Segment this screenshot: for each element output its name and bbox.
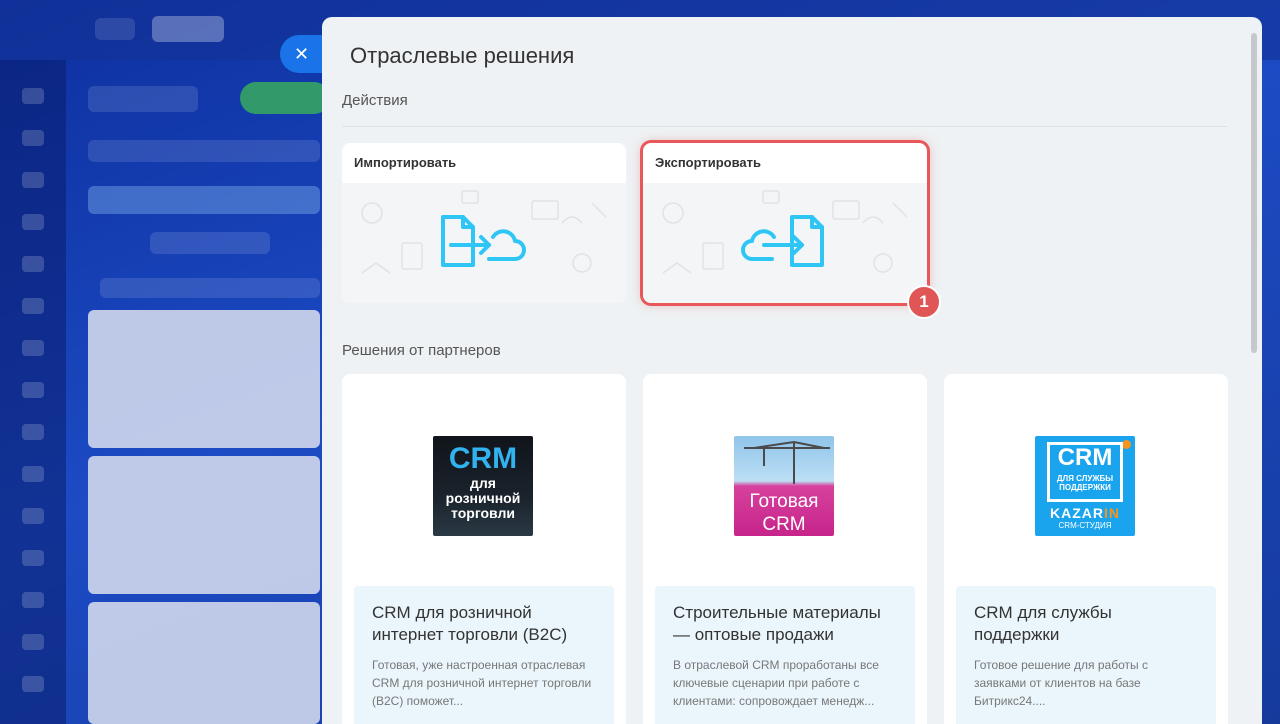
sidebar-icon <box>22 88 44 104</box>
background-deal-card <box>88 602 320 724</box>
partner-description: Готовая, уже настроенная отраслевая CRM … <box>372 658 592 708</box>
import-label: Импортировать <box>354 155 457 170</box>
actions-section-title: Действия <box>342 92 408 109</box>
background-create-button <box>240 82 330 114</box>
export-card[interactable]: Экспортировать <box>643 143 927 303</box>
sidebar-icon <box>22 424 44 440</box>
logo-text: Готовая CRM <box>749 491 819 535</box>
step-badge: 1 <box>907 285 941 319</box>
import-card[interactable]: Импортировать <box>342 143 626 303</box>
background-filter <box>88 140 320 162</box>
background-quick-deal <box>100 278 320 298</box>
partner-title: Строительные материалы — оптовые продажи <box>673 603 881 644</box>
crane-icon <box>744 441 830 484</box>
sidebar-icon <box>22 130 44 146</box>
background-deal-card <box>88 310 320 448</box>
sidebar-icon <box>22 550 44 566</box>
file-to-cloud-icon <box>441 215 526 267</box>
background-title <box>88 86 198 112</box>
partner-card[interactable]: CRM для розничной торговли CRM для розни… <box>342 374 626 724</box>
sidebar-icon <box>22 592 44 608</box>
partner-description: Готовое решение для работы с заявками от… <box>974 658 1148 708</box>
partner-description: В отраслевой CRM проработаны все ключевы… <box>673 658 879 708</box>
partners-section-title: Решения от партнеров <box>342 342 501 359</box>
background-column-header <box>88 186 320 214</box>
background-tab <box>152 16 224 42</box>
industry-solutions-panel: Отраслевые решения Действия Импортироват… <box>322 17 1262 724</box>
sidebar-icon <box>22 676 44 692</box>
sidebar-icon <box>22 172 44 188</box>
background-sidebar <box>0 60 66 724</box>
panel-title: Отраслевые решения <box>350 43 575 68</box>
partner-info: CRM для службы поддержки Готовое решение… <box>956 586 1216 724</box>
sidebar-icon <box>22 256 44 272</box>
background-tab <box>95 18 135 40</box>
partner-card[interactable]: Готовая CRM Строительные материалы — опт… <box>643 374 927 724</box>
partner-logo: CRM ДЛЯ СЛУЖБЫ ПОДДЕРЖКИ KAZARIN CRM-СТУ… <box>1035 436 1135 536</box>
partner-info: CRM для розничной интернет торговли (B2C… <box>354 586 614 724</box>
sidebar-icon <box>22 508 44 524</box>
sidebar-icon <box>22 634 44 650</box>
partner-title: CRM для службы поддержки <box>974 603 1112 644</box>
partner-logo: Готовая CRM <box>734 436 834 536</box>
partner-logo: CRM для розничной торговли <box>433 436 533 536</box>
logo-brand: KAZARIN <box>1050 505 1120 521</box>
sidebar-icon <box>22 298 44 314</box>
logo-subtext: для розничной торговли <box>445 475 521 521</box>
logo-subtext: ДЛЯ СЛУЖБЫ ПОДДЕРЖКИ <box>1056 474 1114 492</box>
export-label: Экспортировать <box>655 155 762 170</box>
partner-info: Строительные материалы — оптовые продажи… <box>655 586 915 724</box>
sidebar-icon <box>22 214 44 230</box>
close-icon: ✕ <box>294 43 310 64</box>
cloud-to-file-icon <box>741 215 824 267</box>
partner-card[interactable]: CRM ДЛЯ СЛУЖБЫ ПОДДЕРЖКИ KAZARIN CRM-СТУ… <box>944 374 1228 724</box>
logo-studio: CRM-СТУДИЯ <box>1058 521 1112 530</box>
partner-title: CRM для розничной интернет торговли (B2C… <box>372 603 568 644</box>
background-deal-card <box>88 456 320 594</box>
sidebar-icon <box>22 382 44 398</box>
scrollbar[interactable] <box>1251 33 1257 353</box>
sidebar-icon <box>22 466 44 482</box>
card-background-pattern <box>643 183 927 303</box>
divider <box>342 126 1227 127</box>
logo-text: CRM <box>448 442 518 475</box>
background-sum <box>150 232 270 254</box>
card-background-pattern <box>342 183 626 303</box>
logo-text: CRM <box>1057 444 1113 471</box>
sidebar-icon <box>22 340 44 356</box>
